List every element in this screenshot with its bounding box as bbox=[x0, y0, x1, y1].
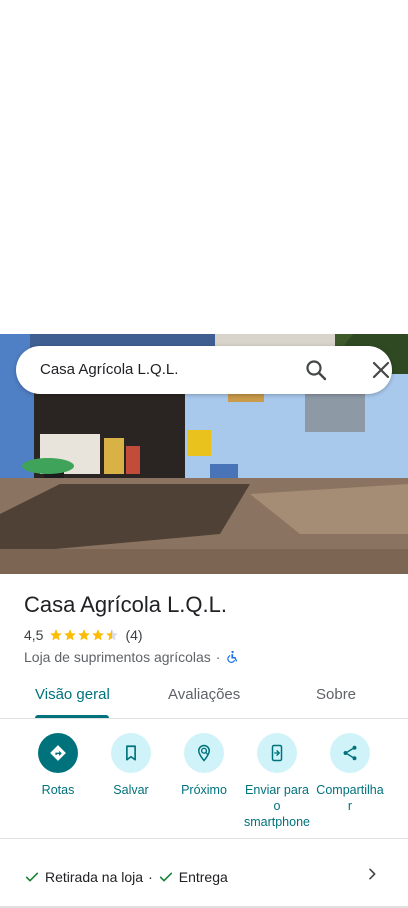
half-star-icon bbox=[106, 629, 119, 641]
service-pickup-label: Retirada na loja bbox=[45, 869, 144, 885]
share-button[interactable]: Compartilha r bbox=[310, 733, 390, 814]
category-label: Loja de suprimentos agrícolas bbox=[24, 649, 211, 665]
send-to-phone-label: Enviar para o smartphone bbox=[237, 782, 317, 830]
separator-dot: · bbox=[148, 869, 153, 885]
active-tab-indicator bbox=[35, 715, 109, 718]
save-label: Salvar bbox=[113, 783, 149, 797]
star-rating bbox=[49, 628, 119, 642]
place-title: Casa Agrícola L.Q.L. bbox=[24, 592, 227, 617]
star-icon bbox=[78, 629, 91, 641]
search-bar[interactable]: Casa Agrícola L.Q.L. bbox=[16, 346, 392, 394]
nearby-button-circle bbox=[184, 733, 224, 773]
check-icon bbox=[159, 872, 172, 882]
save-button[interactable]: Salvar bbox=[91, 733, 171, 798]
share-label: Compartilha r bbox=[310, 782, 390, 814]
nearby-icon bbox=[197, 744, 211, 762]
chevron-right-icon[interactable] bbox=[364, 866, 380, 882]
star-icon bbox=[64, 629, 77, 641]
tab-reviews[interactable]: Avaliações bbox=[168, 686, 240, 703]
service-delivery-label: Entrega bbox=[178, 869, 228, 885]
rating-value: 4,5 bbox=[24, 627, 44, 643]
tab-about[interactable]: Sobre bbox=[316, 686, 356, 703]
star-icon bbox=[50, 629, 63, 641]
bookmark-icon bbox=[126, 745, 136, 761]
share-icon bbox=[343, 745, 357, 761]
rating-row[interactable]: 4,5 (4) bbox=[24, 627, 143, 643]
section-divider bbox=[0, 838, 408, 839]
check-icon bbox=[25, 872, 39, 882]
save-button-circle bbox=[111, 733, 151, 773]
star-icon bbox=[92, 629, 105, 641]
action-buttons: Rotas Salvar Próximo Enviar para o smart… bbox=[0, 733, 408, 833]
directions-button-circle bbox=[38, 733, 78, 773]
share-label-line: r bbox=[347, 799, 353, 813]
search-query-text[interactable]: Casa Agrícola L.Q.L. bbox=[40, 361, 178, 378]
review-count[interactable]: (4) bbox=[125, 627, 142, 643]
nearby-button[interactable]: Próximo bbox=[164, 733, 244, 798]
category-row: Loja de suprimentos agrícolas · bbox=[24, 648, 239, 666]
send-to-phone-button-circle bbox=[257, 733, 297, 773]
search-icon[interactable] bbox=[304, 358, 328, 382]
share-label-line: Compartilha bbox=[316, 783, 384, 797]
send-to-phone-label-line: smartphone bbox=[243, 815, 310, 829]
share-button-circle bbox=[330, 733, 370, 773]
send-to-phone-label-line: Enviar para bbox=[245, 783, 309, 797]
wheelchair-accessible-icon[interactable] bbox=[225, 650, 239, 664]
service-options-row[interactable]: Retirada na loja · Entrega bbox=[24, 866, 384, 888]
separator-dot: · bbox=[215, 649, 221, 665]
directions-button[interactable]: Rotas bbox=[18, 733, 98, 798]
directions-icon bbox=[50, 745, 66, 761]
send-to-phone-icon bbox=[271, 744, 283, 762]
send-to-phone-button[interactable]: Enviar para o smartphone bbox=[237, 733, 317, 830]
map-area-blank bbox=[0, 0, 408, 334]
tab-overview[interactable]: Visão geral bbox=[35, 686, 110, 703]
close-icon[interactable] bbox=[369, 358, 393, 382]
tab-bar: Visão geral Avaliações Sobre bbox=[0, 676, 408, 719]
send-to-phone-label-line: o bbox=[273, 799, 281, 813]
nearby-label: Próximo bbox=[181, 783, 227, 797]
directions-label: Rotas bbox=[41, 783, 75, 797]
